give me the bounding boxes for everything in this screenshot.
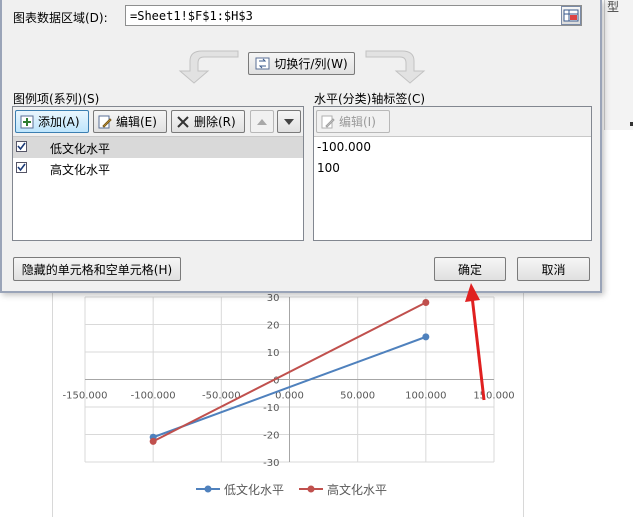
annotation-arrow-line <box>470 295 486 401</box>
annotation-arrow-head <box>465 283 480 302</box>
annotation-arrow <box>465 283 486 401</box>
